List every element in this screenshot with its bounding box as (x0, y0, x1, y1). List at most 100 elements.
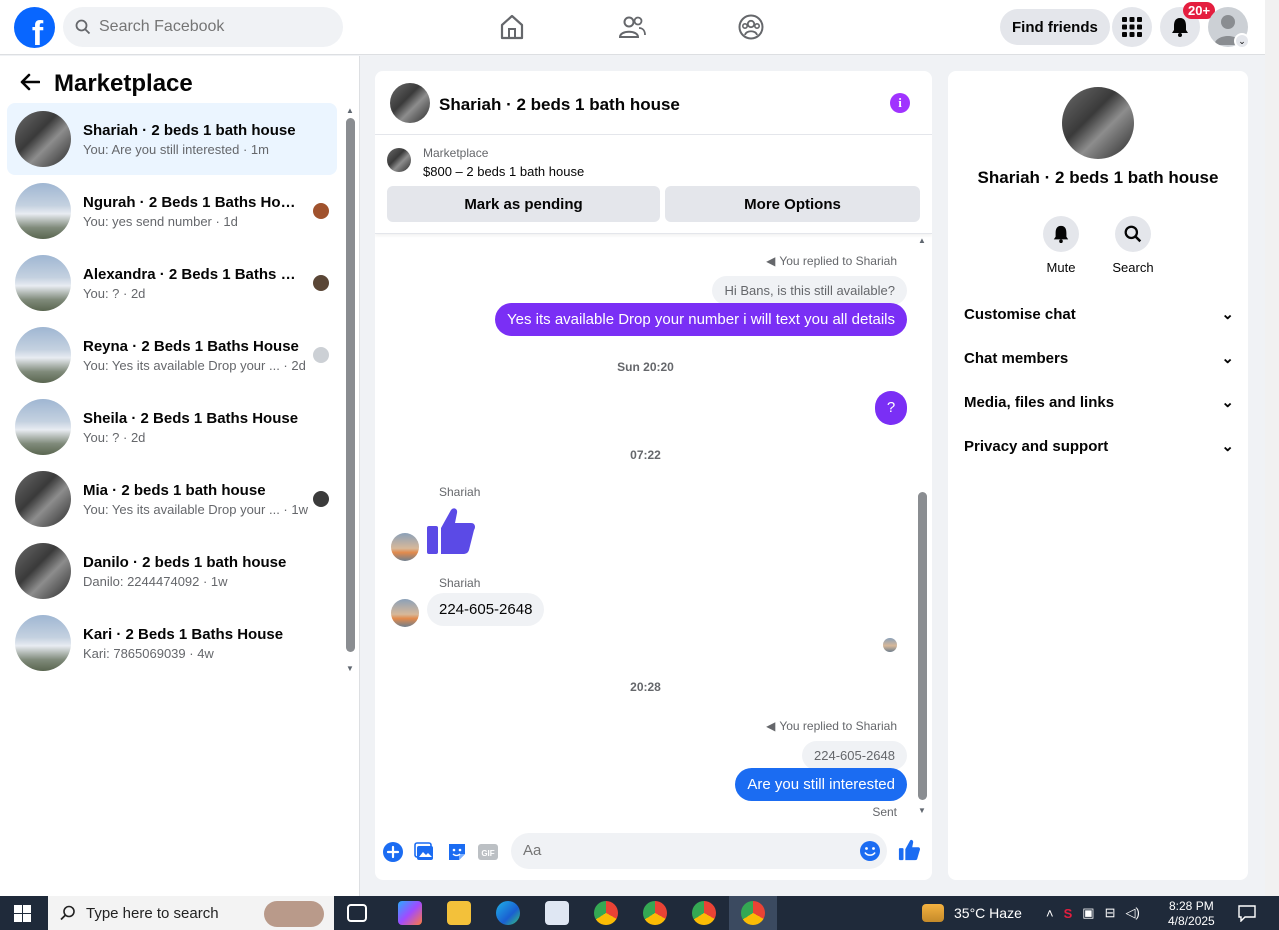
sender-name: Shariah (439, 485, 481, 499)
chat-title[interactable]: Shariah · 2 beds 1 bath house (439, 95, 680, 115)
windows-start-icon[interactable] (14, 905, 31, 922)
emoji-icon[interactable] (859, 840, 881, 862)
scroll-up-arrow-icon[interactable]: ▲ (918, 236, 926, 245)
back-arrow-icon[interactable] (20, 71, 41, 97)
listing-price-title[interactable]: $800 – 2 beds 1 bath house (423, 164, 584, 179)
chat-avatar[interactable] (390, 83, 430, 123)
listing-thumbnail (15, 255, 71, 311)
scroll-up-arrow-icon[interactable]: ▲ (346, 106, 354, 115)
page-scrollbar[interactable] (1265, 0, 1279, 896)
menu-button[interactable] (1112, 7, 1152, 47)
quoted-message[interactable]: 224-605-2648 (802, 741, 907, 770)
scroll-down-arrow-icon[interactable]: ▼ (918, 806, 926, 815)
conversation-item[interactable]: Alexandra · 2 Beds 1 Baths Ho... You: ? ·… (7, 247, 337, 319)
search-icon (1124, 225, 1142, 243)
copilot-icon[interactable] (398, 901, 422, 925)
conversation-item[interactable]: Reyna · 2 Beds 1 Baths House You: Yes its… (7, 319, 337, 391)
chrome-browser-icon[interactable] (692, 901, 716, 925)
task-view-icon[interactable] (347, 904, 367, 922)
conversation-item[interactable]: Danilo · 2 beds 1 bath house Danilo: 2244… (7, 535, 337, 607)
sender-avatar[interactable] (391, 599, 419, 627)
chrome-browser-icon[interactable] (643, 901, 667, 925)
chevron-down-icon[interactable]: ⌄ (1234, 33, 1250, 49)
taskbar-search-placeholder: Type here to search (86, 904, 219, 922)
quoted-message[interactable]: Hi Bans, is this still available? (712, 276, 907, 305)
sidebar-scrollbar[interactable] (346, 118, 355, 652)
edge-browser-icon[interactable] (496, 901, 520, 925)
info-icon[interactable]: i (890, 93, 910, 113)
haze-weather-icon (922, 904, 944, 922)
chat-scrollbar[interactable] (918, 492, 927, 800)
seen-avatar (313, 275, 329, 291)
home-icon[interactable] (497, 12, 527, 42)
more-options-button[interactable]: More Options (665, 186, 920, 222)
conversation-item[interactable]: Sheila · 2 Beds 1 Baths House You: ? · 2d (7, 391, 337, 463)
conversation-preview: You: Yes its available Drop your ... · 2… (83, 357, 306, 373)
conversation-item[interactable]: Shariah · 2 beds 1 bath house You: Are yo… (7, 103, 337, 175)
message-input[interactable] (523, 842, 843, 859)
paint-app-icon[interactable] (545, 901, 569, 925)
mute-button[interactable]: Mute (1031, 216, 1091, 275)
outgoing-message[interactable]: ? (875, 391, 907, 425)
groups-icon[interactable] (736, 12, 766, 42)
section-label: Chat members (964, 349, 1069, 367)
marketplace-label: Marketplace (423, 146, 489, 160)
search-input[interactable] (99, 18, 319, 36)
plus-icon[interactable] (382, 841, 404, 863)
chevron-up-icon[interactable]: ˄ (1046, 906, 1054, 921)
privacy-support-section[interactable]: Privacy and support ⌄ (964, 437, 1234, 456)
grid-menu-icon (1122, 17, 1142, 37)
network-icon[interactable]: ⊟ (1105, 905, 1116, 921)
outgoing-message[interactable]: Are you still interested (735, 768, 907, 801)
friends-icon[interactable] (617, 12, 647, 42)
facebook-search-box[interactable] (63, 7, 343, 47)
timestamp-separator: 20:28 (630, 680, 661, 694)
gif-icon[interactable]: GIF (477, 841, 499, 863)
details-title: Shariah · 2 beds 1 bath house (977, 168, 1219, 187)
search-icon (60, 905, 75, 921)
find-friends-button[interactable]: Find friends (1000, 9, 1110, 45)
listing-thumbnail[interactable] (387, 148, 411, 172)
taskbar-clock[interactable]: 8:28 PM 4/8/2025 (1168, 899, 1215, 929)
customise-chat-section[interactable]: Customise chat ⌄ (964, 305, 1234, 324)
tray-app-icon[interactable]: S (1064, 906, 1073, 921)
volume-icon[interactable]: ◁) (1125, 905, 1139, 921)
chrome-browser-icon[interactable] (741, 901, 765, 925)
details-avatar[interactable] (1062, 87, 1134, 159)
outgoing-message[interactable]: Yes its available Drop your number i wil… (495, 303, 907, 336)
facebook-logo-icon[interactable]: f (14, 7, 55, 48)
thumbs-up-sticker-icon[interactable] (425, 506, 477, 556)
conversation-list: Shariah · 2 beds 1 bath house You: Are yo… (7, 103, 337, 679)
conversation-item[interactable]: Ngurah · 2 Beds 1 Baths House You: yes se… (7, 175, 337, 247)
marketplace-sidebar: Marketplace Shariah · 2 beds 1 bath hous… (0, 56, 360, 896)
media-files-links-section[interactable]: Media, files and links ⌄ (964, 393, 1234, 412)
taskbar-search-box[interactable]: Type here to search (48, 896, 334, 930)
chrome-browser-icon[interactable] (594, 901, 618, 925)
notification-center-icon[interactable] (1238, 905, 1256, 922)
search-in-chat-button[interactable]: Search (1103, 216, 1163, 275)
mark-as-pending-button[interactable]: Mark as pending (387, 186, 660, 222)
chevron-down-icon: ⌄ (1221, 394, 1234, 411)
conversation-item[interactable]: Mia · 2 beds 1 bath house You: Yes its av… (7, 463, 337, 535)
incoming-message[interactable]: 224-605-2648 (427, 593, 545, 626)
top-navigation-bar: f Find friends 20+ ⌄ (0, 0, 1265, 55)
photo-icon[interactable] (414, 841, 436, 863)
conversation-item[interactable]: Kari · 2 Beds 1 Baths House Kari: 7865069… (7, 607, 337, 679)
reply-note: ◀ You replied to Shariah (766, 719, 897, 733)
like-send-icon[interactable] (898, 839, 920, 861)
file-explorer-icon[interactable] (447, 901, 471, 925)
sticker-icon[interactable] (446, 841, 468, 863)
weather-widget[interactable]: 35°C Haze (922, 896, 1022, 930)
listing-thumbnail (15, 543, 71, 599)
reply-arrow-icon: ◀ (766, 719, 776, 733)
search-icon (75, 19, 91, 35)
svg-text:GIF: GIF (481, 849, 494, 858)
section-label: Media, files and links (964, 393, 1115, 411)
camera-icon[interactable]: ▣ (1082, 905, 1094, 921)
reply-note: ◀ You replied to Shariah (766, 254, 897, 268)
sender-avatar[interactable] (391, 533, 419, 561)
chat-members-section[interactable]: Chat members ⌄ (964, 349, 1234, 368)
scroll-down-arrow-icon[interactable]: ▼ (346, 664, 354, 673)
windows-taskbar: Type here to search 35°C Haze ˄ S ▣ ⊟ ◁)… (0, 896, 1279, 930)
message-input-box[interactable] (511, 833, 887, 869)
